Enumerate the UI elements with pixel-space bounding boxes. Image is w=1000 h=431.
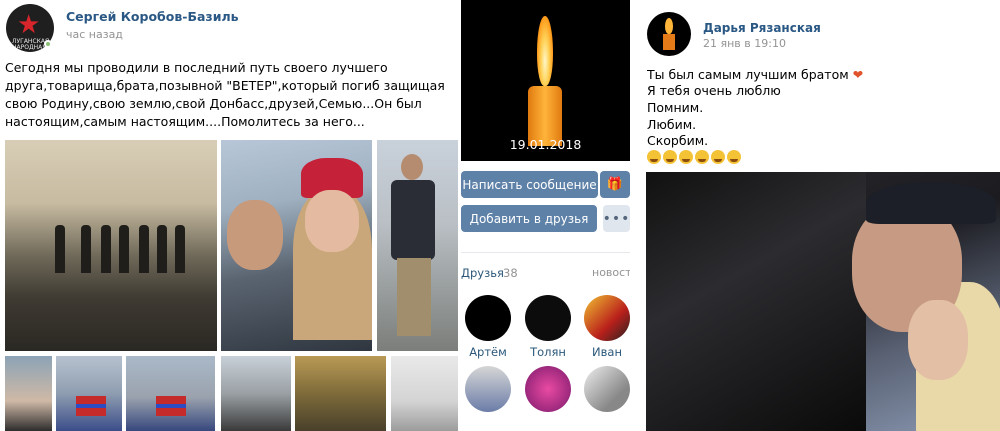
post-time[interactable]: час назад	[66, 28, 123, 41]
author-avatar[interactable]	[647, 12, 691, 56]
photo-face	[227, 200, 283, 270]
post-thumbnail[interactable]	[295, 356, 386, 431]
photo-cap	[866, 182, 996, 224]
friend-name[interactable]: Толян	[525, 345, 571, 359]
candle-flame	[665, 18, 673, 34]
post-thumbnail[interactable]	[221, 356, 291, 431]
friend-avatar[interactable]	[584, 366, 630, 412]
online-indicator	[44, 40, 52, 48]
post-thumbnail[interactable]	[391, 356, 458, 431]
candle-body	[663, 34, 675, 50]
divider	[461, 252, 630, 253]
crying-face-icon	[727, 150, 741, 164]
post-time[interactable]: 21 янв в 19:10	[703, 37, 786, 50]
photo-head	[401, 154, 423, 180]
friend-name[interactable]: Иван	[584, 345, 630, 359]
photo-figure	[101, 225, 111, 273]
profile-cover-candle[interactable]: 19.01.2018	[461, 0, 630, 161]
post-text: Сегодня мы проводили в последний путь св…	[5, 60, 445, 129]
friend-avatar[interactable]	[465, 366, 511, 412]
friend-avatar[interactable]	[465, 295, 511, 341]
friends-section-title[interactable]: Друзья	[461, 266, 504, 280]
post-thumbnail[interactable]	[56, 356, 122, 431]
crying-face-icon	[647, 150, 661, 164]
post-photo-couple[interactable]	[646, 172, 1000, 431]
author-name[interactable]: Сергей Коробов-Базиль	[66, 9, 239, 24]
friend-name[interactable]: Артём	[465, 345, 511, 359]
screenshot-collage: ★ ЛУГАНСКАЯ НАРОДНАЯ Сергей Коробов-Бази…	[0, 0, 1000, 431]
author-name[interactable]: Дарья Рязанская	[703, 21, 821, 35]
photo-trousers	[397, 258, 431, 336]
post-line-text: Ты был самым лучшим братом	[647, 67, 849, 82]
photo-jacket	[391, 180, 435, 260]
crying-face-icon	[695, 150, 709, 164]
friends-count: 38	[503, 266, 518, 280]
photo-figure	[175, 225, 185, 273]
photo-figure	[139, 225, 149, 273]
friend-avatar[interactable]	[525, 366, 571, 412]
post-line: Скорбим.	[647, 133, 709, 148]
photo-face	[305, 190, 359, 252]
friend-avatar[interactable]	[525, 295, 571, 341]
heart-icon: ❤	[852, 67, 864, 82]
flag-image	[76, 396, 106, 416]
photo-figure	[157, 225, 167, 273]
photo-figure	[81, 225, 91, 273]
star-icon: ★	[17, 10, 41, 40]
flag-image	[156, 396, 186, 416]
emoji-row	[647, 150, 743, 166]
candle-flame	[537, 16, 553, 86]
post-line: Я тебя очень люблю	[647, 83, 781, 98]
photo-figure	[119, 225, 129, 273]
more-actions-button[interactable]: •••	[603, 205, 630, 232]
post-photo-soldiers[interactable]	[5, 140, 217, 351]
photo-figure	[55, 225, 65, 273]
crying-face-icon	[663, 150, 677, 164]
post-line: Помним.	[647, 100, 704, 115]
gift-icon[interactable]: 🎁	[600, 171, 630, 198]
post-thumbnail[interactable]	[5, 356, 52, 431]
photo-leather-jacket	[646, 172, 866, 431]
crying-face-icon	[711, 150, 725, 164]
friends-news-link[interactable]: новост	[592, 266, 632, 279]
post-photo-selfie[interactable]	[221, 140, 372, 351]
crying-face-icon	[679, 150, 693, 164]
post-line: Ты был самым лучшим братом ❤	[647, 67, 863, 83]
left-post: ★ ЛУГАНСКАЯ НАРОДНАЯ Сергей Коробов-Бази…	[0, 0, 458, 431]
post-line: Любим.	[647, 117, 697, 132]
post-photo-man[interactable]	[377, 140, 458, 351]
photo-face	[908, 300, 968, 380]
add-friend-button[interactable]: Добавить в друзья	[461, 205, 597, 232]
friend-avatar[interactable]	[584, 295, 630, 341]
send-message-button[interactable]: Написать сообщение	[461, 171, 598, 198]
post-thumbnail[interactable]	[126, 356, 215, 431]
cover-date: 19.01.2018	[509, 137, 582, 152]
